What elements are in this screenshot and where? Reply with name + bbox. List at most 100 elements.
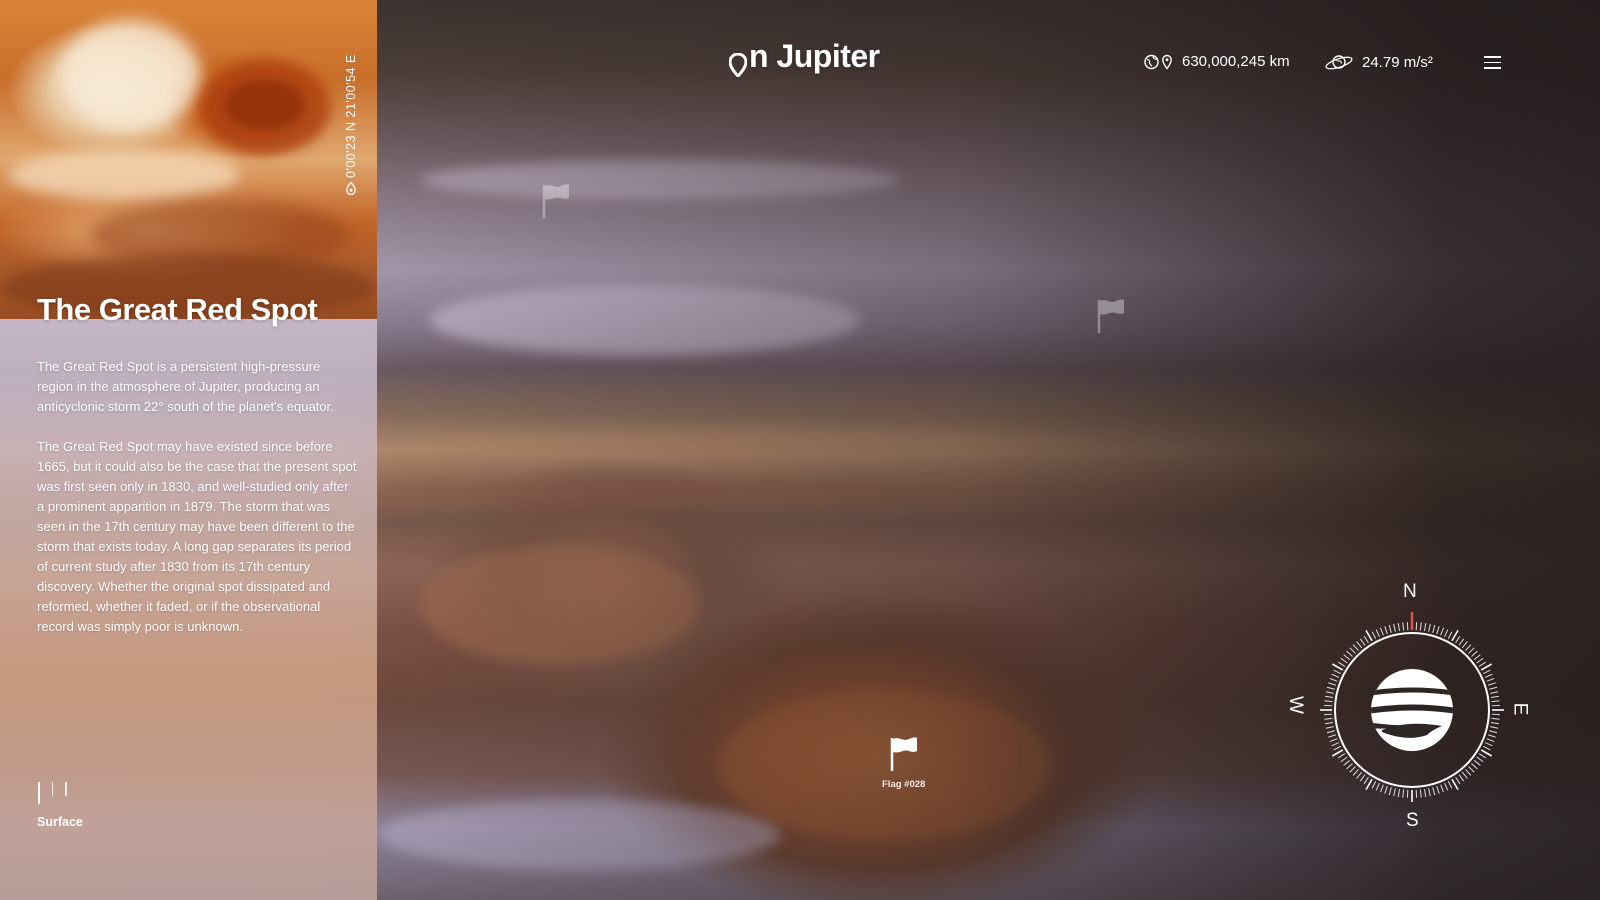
compass-tick <box>1455 635 1461 644</box>
distance-value: 630,000,245 km <box>1182 53 1290 70</box>
compass-tick <box>1393 623 1396 632</box>
compass-south-label: S <box>1406 810 1419 831</box>
compass-tick <box>1325 726 1334 729</box>
compass-tick <box>1326 686 1335 690</box>
compass-tick <box>1491 700 1500 703</box>
compass-tick <box>1340 657 1348 664</box>
compass-tick <box>1333 745 1341 751</box>
compass-tick <box>1428 788 1431 797</box>
compass-tick <box>1388 787 1392 796</box>
compass-tick <box>1333 669 1341 675</box>
compass-tick <box>1461 641 1468 649</box>
compass-tick <box>1432 787 1436 796</box>
compass-tick <box>1346 763 1353 770</box>
app-title: n Jupiter <box>749 38 880 74</box>
compass-tick <box>1337 661 1346 667</box>
compass-tick <box>1331 742 1340 747</box>
compass[interactable]: N E S W <box>1282 580 1542 840</box>
compass-tick <box>1484 742 1493 747</box>
compass-tick <box>1465 769 1472 776</box>
compass-tick <box>1379 784 1384 793</box>
compass-tick <box>1444 782 1449 791</box>
compass-tick <box>1356 641 1363 649</box>
compass-tick <box>1349 766 1356 773</box>
compass-tick <box>1343 759 1351 766</box>
compass-tick <box>1343 654 1351 661</box>
flag-marker[interactable] <box>1096 298 1126 339</box>
compass-tick <box>1384 785 1388 794</box>
compass-tick <box>1328 734 1337 738</box>
compass-tick <box>1397 623 1400 632</box>
compass-tick <box>1480 749 1493 757</box>
layer-tick[interactable] <box>65 782 67 796</box>
flag-icon <box>541 184 571 223</box>
compass-tick <box>1329 738 1338 743</box>
earth-pin-icon <box>1144 54 1174 70</box>
compass-tick <box>1491 717 1500 720</box>
compass-tick <box>1329 677 1338 682</box>
compass-tick <box>1444 629 1449 638</box>
map-pin-icon <box>728 48 748 78</box>
jupiter-icon <box>1371 669 1453 751</box>
compass-tick <box>1432 624 1436 633</box>
compass-tick <box>1352 644 1359 651</box>
compass-tick <box>1419 622 1422 631</box>
compass-tick <box>1331 663 1344 671</box>
flag-icon <box>889 737 919 776</box>
compass-dial[interactable] <box>1282 580 1542 840</box>
compass-tick <box>1365 629 1373 642</box>
gravity-stat: 24.79 m/s² <box>1324 53 1433 71</box>
description-paragraph: The Great Red Spot is a persistent high-… <box>37 359 334 414</box>
compass-tick <box>1487 682 1496 686</box>
compass-tick <box>1484 673 1493 678</box>
compass-north-label: N <box>1403 581 1417 602</box>
compass-tick <box>1325 695 1334 698</box>
flag-marker[interactable] <box>541 183 571 224</box>
compass-west-label: W <box>1284 696 1306 714</box>
compass-tick <box>1473 654 1481 661</box>
compass-tick <box>1476 756 1484 763</box>
compass-tick <box>1461 771 1468 779</box>
compass-tick <box>1397 788 1400 797</box>
compass-tick <box>1340 756 1348 763</box>
compass-tick <box>1328 682 1337 686</box>
compass-tick <box>1489 730 1498 734</box>
gravity-value: 24.79 m/s² <box>1362 53 1433 71</box>
compass-tick <box>1478 753 1487 759</box>
compass-tick <box>1489 686 1498 690</box>
compass-tick <box>1424 788 1427 797</box>
compass-tick <box>1371 781 1377 789</box>
compass-tick <box>1436 626 1440 635</box>
distance-stat: 630,000,245 km <box>1144 53 1290 70</box>
compass-tick <box>1455 776 1461 785</box>
description: The Great Red Spot is a persistent high-… <box>37 357 359 657</box>
layer-tick[interactable] <box>51 782 53 796</box>
layer-selector[interactable] <box>38 782 67 804</box>
compass-tick <box>1375 629 1380 638</box>
compass-tick <box>1490 691 1499 694</box>
compass-tick <box>1324 717 1333 720</box>
info-panel: 0'00'23 N 21'00'54 E The Great Red Spot … <box>0 0 377 900</box>
flag-icon <box>1096 299 1126 338</box>
app-logo[interactable]: n Jupiter <box>728 38 880 78</box>
compass-tick <box>1424 623 1427 632</box>
compass-tick <box>1465 644 1472 651</box>
compass-tick <box>1371 631 1377 639</box>
compass-tick <box>1490 695 1499 698</box>
flag-marker-active[interactable]: Flag #028 <box>882 736 925 790</box>
compass-tick <box>1490 722 1499 725</box>
flag-label: Flag #028 <box>882 779 926 790</box>
compass-tick <box>1486 738 1495 743</box>
compass-tick <box>1352 769 1359 776</box>
compass-tick <box>1458 774 1465 782</box>
compass-tick <box>1419 789 1422 798</box>
compass-tick <box>1326 730 1335 734</box>
compass-tick <box>1458 638 1465 646</box>
hamburger-menu-icon[interactable] <box>1484 56 1501 69</box>
compass-tick <box>1359 638 1366 646</box>
compass-tick <box>1471 763 1478 770</box>
layer-tick-active[interactable] <box>38 782 40 804</box>
compass-tick <box>1331 749 1344 757</box>
compass-tick <box>1480 663 1493 671</box>
compass-tick <box>1468 766 1475 773</box>
